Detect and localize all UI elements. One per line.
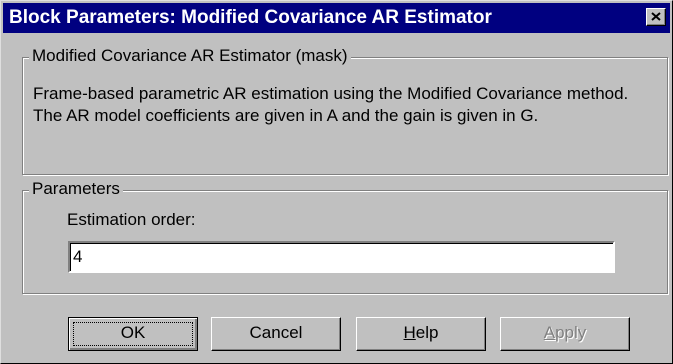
- dialog-title: Block Parameters: Modified Covariance AR…: [9, 7, 492, 28]
- mask-description: Frame-based parametric AR estimation usi…: [33, 84, 629, 125]
- focus-rect: [73, 322, 193, 346]
- title-bar[interactable]: Block Parameters: Modified Covariance AR…: [3, 3, 670, 33]
- close-button[interactable]: [646, 8, 666, 26]
- apply-button[interactable]: Apply: [500, 317, 630, 351]
- help-button[interactable]: Help: [356, 317, 486, 351]
- estimation-order-label: Estimation order:: [67, 210, 196, 229]
- apply-button-label: pply: [555, 323, 587, 342]
- help-button-label: elp: [415, 323, 439, 342]
- apply-button-mnemonic: A: [543, 323, 556, 342]
- ok-button[interactable]: OK: [68, 317, 198, 351]
- mask-group-legend: Modified Covariance AR Estimator (mask): [29, 46, 351, 66]
- parameters-group-legend: Parameters: [29, 179, 123, 199]
- cancel-button-label: Cancel: [249, 323, 303, 342]
- block-parameters-dialog: Block Parameters: Modified Covariance AR…: [0, 0, 673, 364]
- cancel-button[interactable]: Cancel: [211, 317, 341, 351]
- estimation-order-input[interactable]: [68, 241, 615, 273]
- help-button-mnemonic: H: [403, 323, 416, 342]
- close-icon: [651, 12, 661, 21]
